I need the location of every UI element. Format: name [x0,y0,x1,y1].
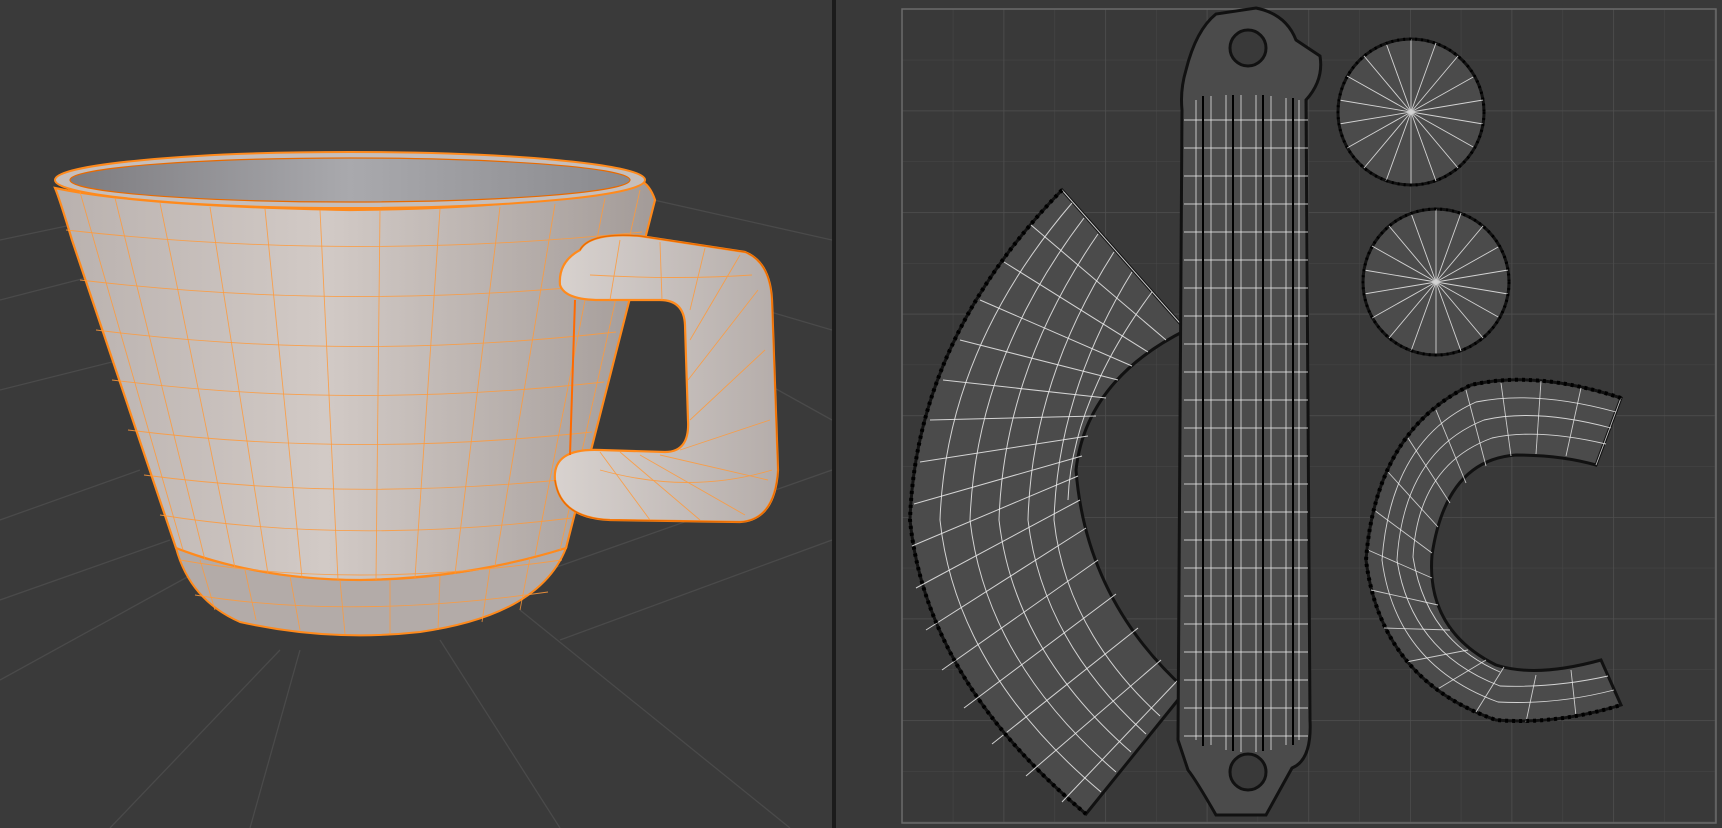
viewport-canvas[interactable] [0,0,832,828]
uv-canvas[interactable] [836,0,1722,828]
uv-island-bottom-cap[interactable] [1336,37,1486,187]
cup-mesh[interactable] [53,151,657,637]
uv-island-inner-cap[interactable] [1361,207,1511,357]
uv-island-handle[interactable] [1176,6,1323,817]
viewport-3d[interactable] [0,0,832,828]
uv-editor[interactable] [836,0,1722,828]
